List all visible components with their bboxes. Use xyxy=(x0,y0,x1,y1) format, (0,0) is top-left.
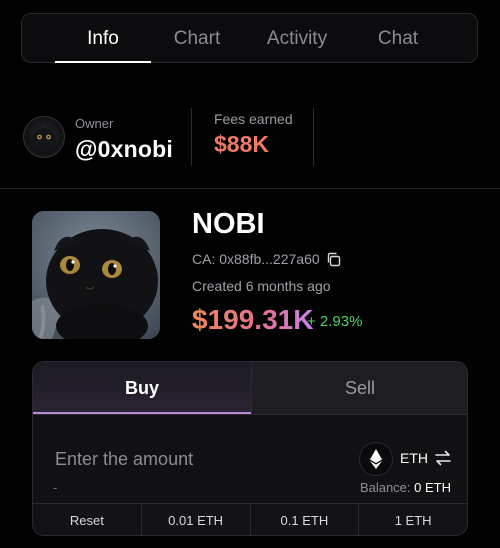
fees-label: Fees earned xyxy=(214,111,293,127)
divider xyxy=(191,108,192,166)
quick-amounts: Reset 0.01 ETH 0.1 ETH 1 ETH xyxy=(33,503,467,535)
amount-1-eth-button[interactable]: 1 ETH xyxy=(359,504,467,535)
contract-address: CA: 0x88fb...227a60 xyxy=(192,251,320,267)
token-name: NOBI xyxy=(192,208,265,240)
currency-label[interactable]: ETH xyxy=(400,450,428,466)
amount-0.01-eth-button[interactable]: 0.01 ETH xyxy=(141,504,251,535)
tab-chart[interactable]: Chart xyxy=(152,14,242,62)
owner-label: Owner xyxy=(75,116,114,131)
contract-address-row: CA: 0x88fb...227a60 xyxy=(192,251,341,267)
trade-card: Buy Sell - ETH Balance: 0 ETH Reset 0.01… xyxy=(32,361,468,536)
divider xyxy=(33,414,467,415)
balance-value: 0 ETH xyxy=(414,480,451,495)
tab-info[interactable]: Info xyxy=(55,14,151,63)
buy-tab[interactable]: Buy xyxy=(33,362,251,414)
token-price: $199.31K xyxy=(192,304,314,335)
created-date: Created 6 months ago xyxy=(192,278,331,294)
amount-input[interactable] xyxy=(55,446,305,472)
owner-avatar[interactable] xyxy=(23,116,65,158)
sell-tab[interactable]: Sell xyxy=(251,362,467,414)
token-image xyxy=(32,211,160,339)
balance: Balance: 0 ETH xyxy=(360,480,451,495)
divider xyxy=(313,108,314,166)
tab-bar: Info Chart Activity Chat xyxy=(21,13,478,63)
copy-icon[interactable] xyxy=(326,252,341,267)
fees-value: $88K xyxy=(214,131,269,157)
tab-activity[interactable]: Activity xyxy=(250,14,344,62)
price-change: + 2.93% xyxy=(307,313,363,330)
tab-chat[interactable]: Chat xyxy=(354,14,442,62)
amount-0.1-eth-button[interactable]: 0.1 ETH xyxy=(250,504,360,535)
ethereum-icon[interactable] xyxy=(359,442,393,476)
swap-icon[interactable] xyxy=(434,450,452,466)
balance-label: Balance: xyxy=(359,480,411,495)
reset-button[interactable]: Reset xyxy=(33,504,142,535)
section-divider xyxy=(0,188,500,189)
amount-fiat-value: - xyxy=(53,480,58,495)
owner-handle[interactable]: @0xnobi xyxy=(75,136,173,163)
